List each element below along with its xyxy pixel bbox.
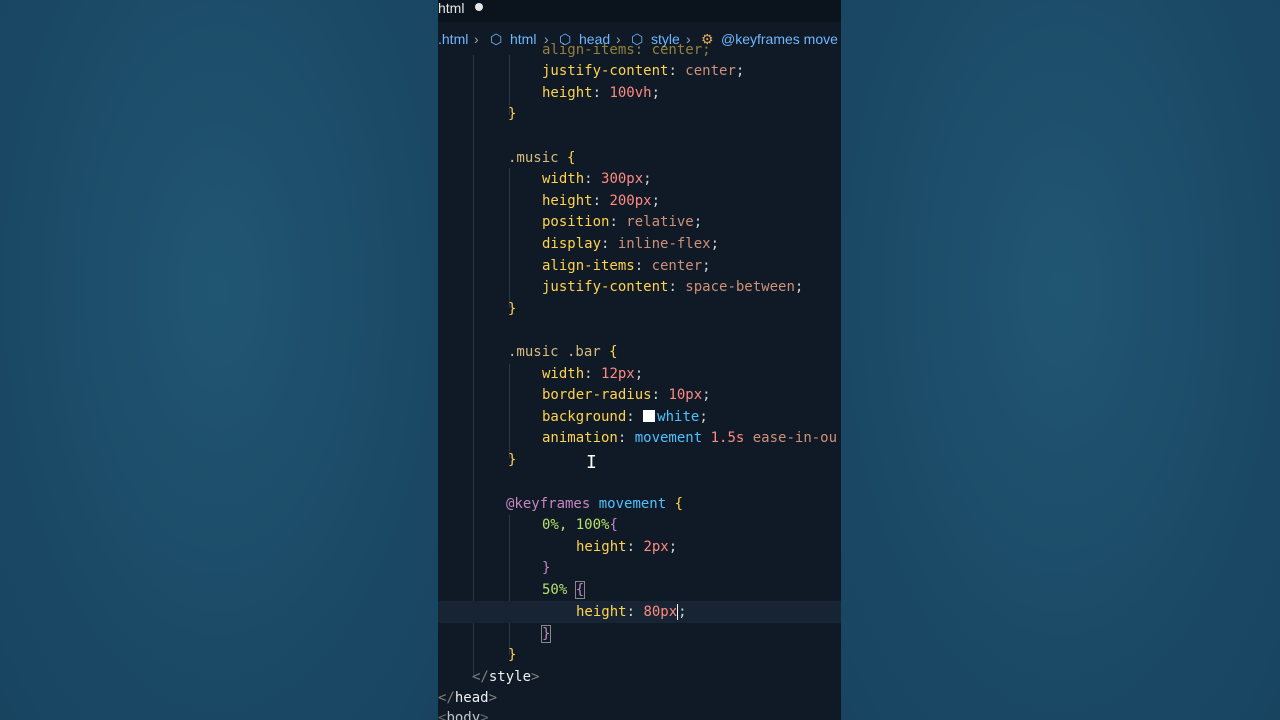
code-line: 0%, 100%{: [542, 517, 618, 533]
code-line: justify-content: space-between;: [542, 279, 804, 295]
code-line: width: 12px;: [542, 366, 644, 382]
code-line: display: inline-flex;: [542, 236, 720, 252]
code-line: }: [542, 560, 551, 576]
code-line: <body>: [438, 710, 489, 720]
text-cursor-icon: I: [586, 452, 597, 473]
code-line: </style>: [472, 669, 540, 685]
code-line: }: [508, 647, 517, 663]
background-left: [0, 0, 438, 720]
code-line: position: relative;: [542, 214, 703, 230]
code-line: height: 2px;: [576, 539, 678, 555]
code-line: justify-content: center;: [542, 63, 745, 79]
code-line: animation: movement 1.5s ease-in-ou: [542, 430, 838, 446]
code-line: }: [540, 625, 552, 643]
background-right: [841, 0, 1280, 720]
code-line-active: height: 80px;: [576, 604, 687, 620]
code-line: width: 300px;: [542, 171, 652, 187]
code-line: align-items: center;: [542, 42, 711, 58]
code-line: }: [508, 106, 517, 122]
code-line: height: 100vh;: [542, 85, 661, 101]
code-area[interactable]: align-items: center; justify-content: ce…: [438, 0, 841, 720]
code-line: .music {: [508, 150, 576, 166]
code-line: @keyframes movement {: [506, 496, 684, 512]
code-line: background: white;: [542, 409, 708, 425]
code-line: }: [508, 301, 517, 317]
code-line: 50% {: [542, 581, 586, 599]
code-line: align-items: center;: [542, 258, 711, 274]
code-line: </head>: [438, 690, 498, 706]
code-line: height: 200px;: [542, 193, 661, 209]
code-line: border-radius: 10px;: [542, 387, 711, 403]
color-swatch-icon[interactable]: [643, 410, 656, 422]
code-line: .music .bar {: [508, 344, 618, 360]
code-editor[interactable]: html .html › ⬡ html › ⬡ head › ⬡ style ›…: [438, 0, 841, 720]
code-line: }: [508, 452, 517, 468]
